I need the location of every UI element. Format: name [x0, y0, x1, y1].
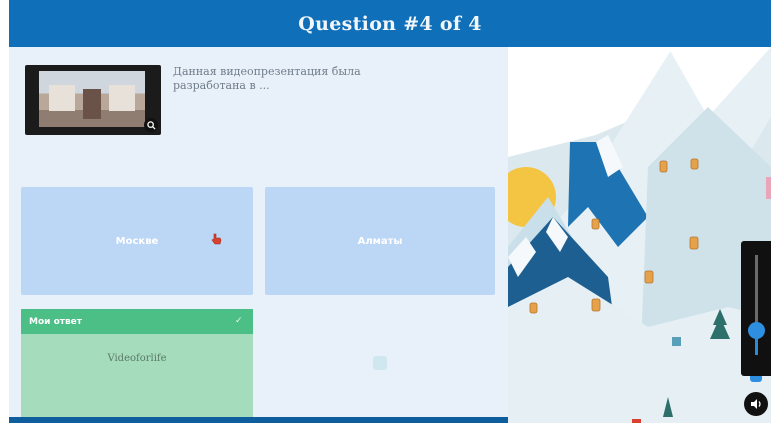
zoom-icon[interactable]: [144, 118, 158, 132]
check-icon: ✓: [235, 316, 243, 326]
game-scene: [508, 47, 771, 423]
my-answer-badge: Мои ответ: [29, 316, 82, 327]
answer-option-2[interactable]: Алматы: [265, 187, 495, 295]
answer-option-4[interactable]: [265, 309, 495, 417]
my-answer-bar: Мои ответ ✓: [21, 309, 253, 334]
question-panel: Данная видеопрезентация была разработана…: [9, 47, 508, 417]
hand-cursor-icon: [211, 233, 222, 245]
speaker-icon[interactable]: [744, 392, 768, 416]
answer-option-1[interactable]: Москве: [21, 187, 253, 295]
answer-label: Алматы: [357, 235, 403, 247]
answer-label: Videoforlife: [107, 353, 167, 364]
answer-label: Москве: [115, 235, 159, 247]
question-counter-title: Question #4 of 4: [298, 12, 482, 35]
mountain-illustration: [508, 47, 771, 423]
question-text: Данная видеопрезентация была разработана…: [173, 65, 361, 92]
volume-nub: [750, 376, 762, 382]
volume-slider[interactable]: [741, 241, 771, 376]
bottom-bar: [9, 417, 508, 423]
volume-knob[interactable]: [748, 322, 765, 339]
answer-option-3-correct[interactable]: Мои ответ ✓ Videoforlife: [21, 309, 253, 417]
placeholder-icon: [373, 356, 387, 370]
thumbnail-image: [39, 71, 145, 127]
question-header: Question #4 of 4: [9, 0, 771, 47]
video-thumbnail[interactable]: [25, 65, 161, 135]
